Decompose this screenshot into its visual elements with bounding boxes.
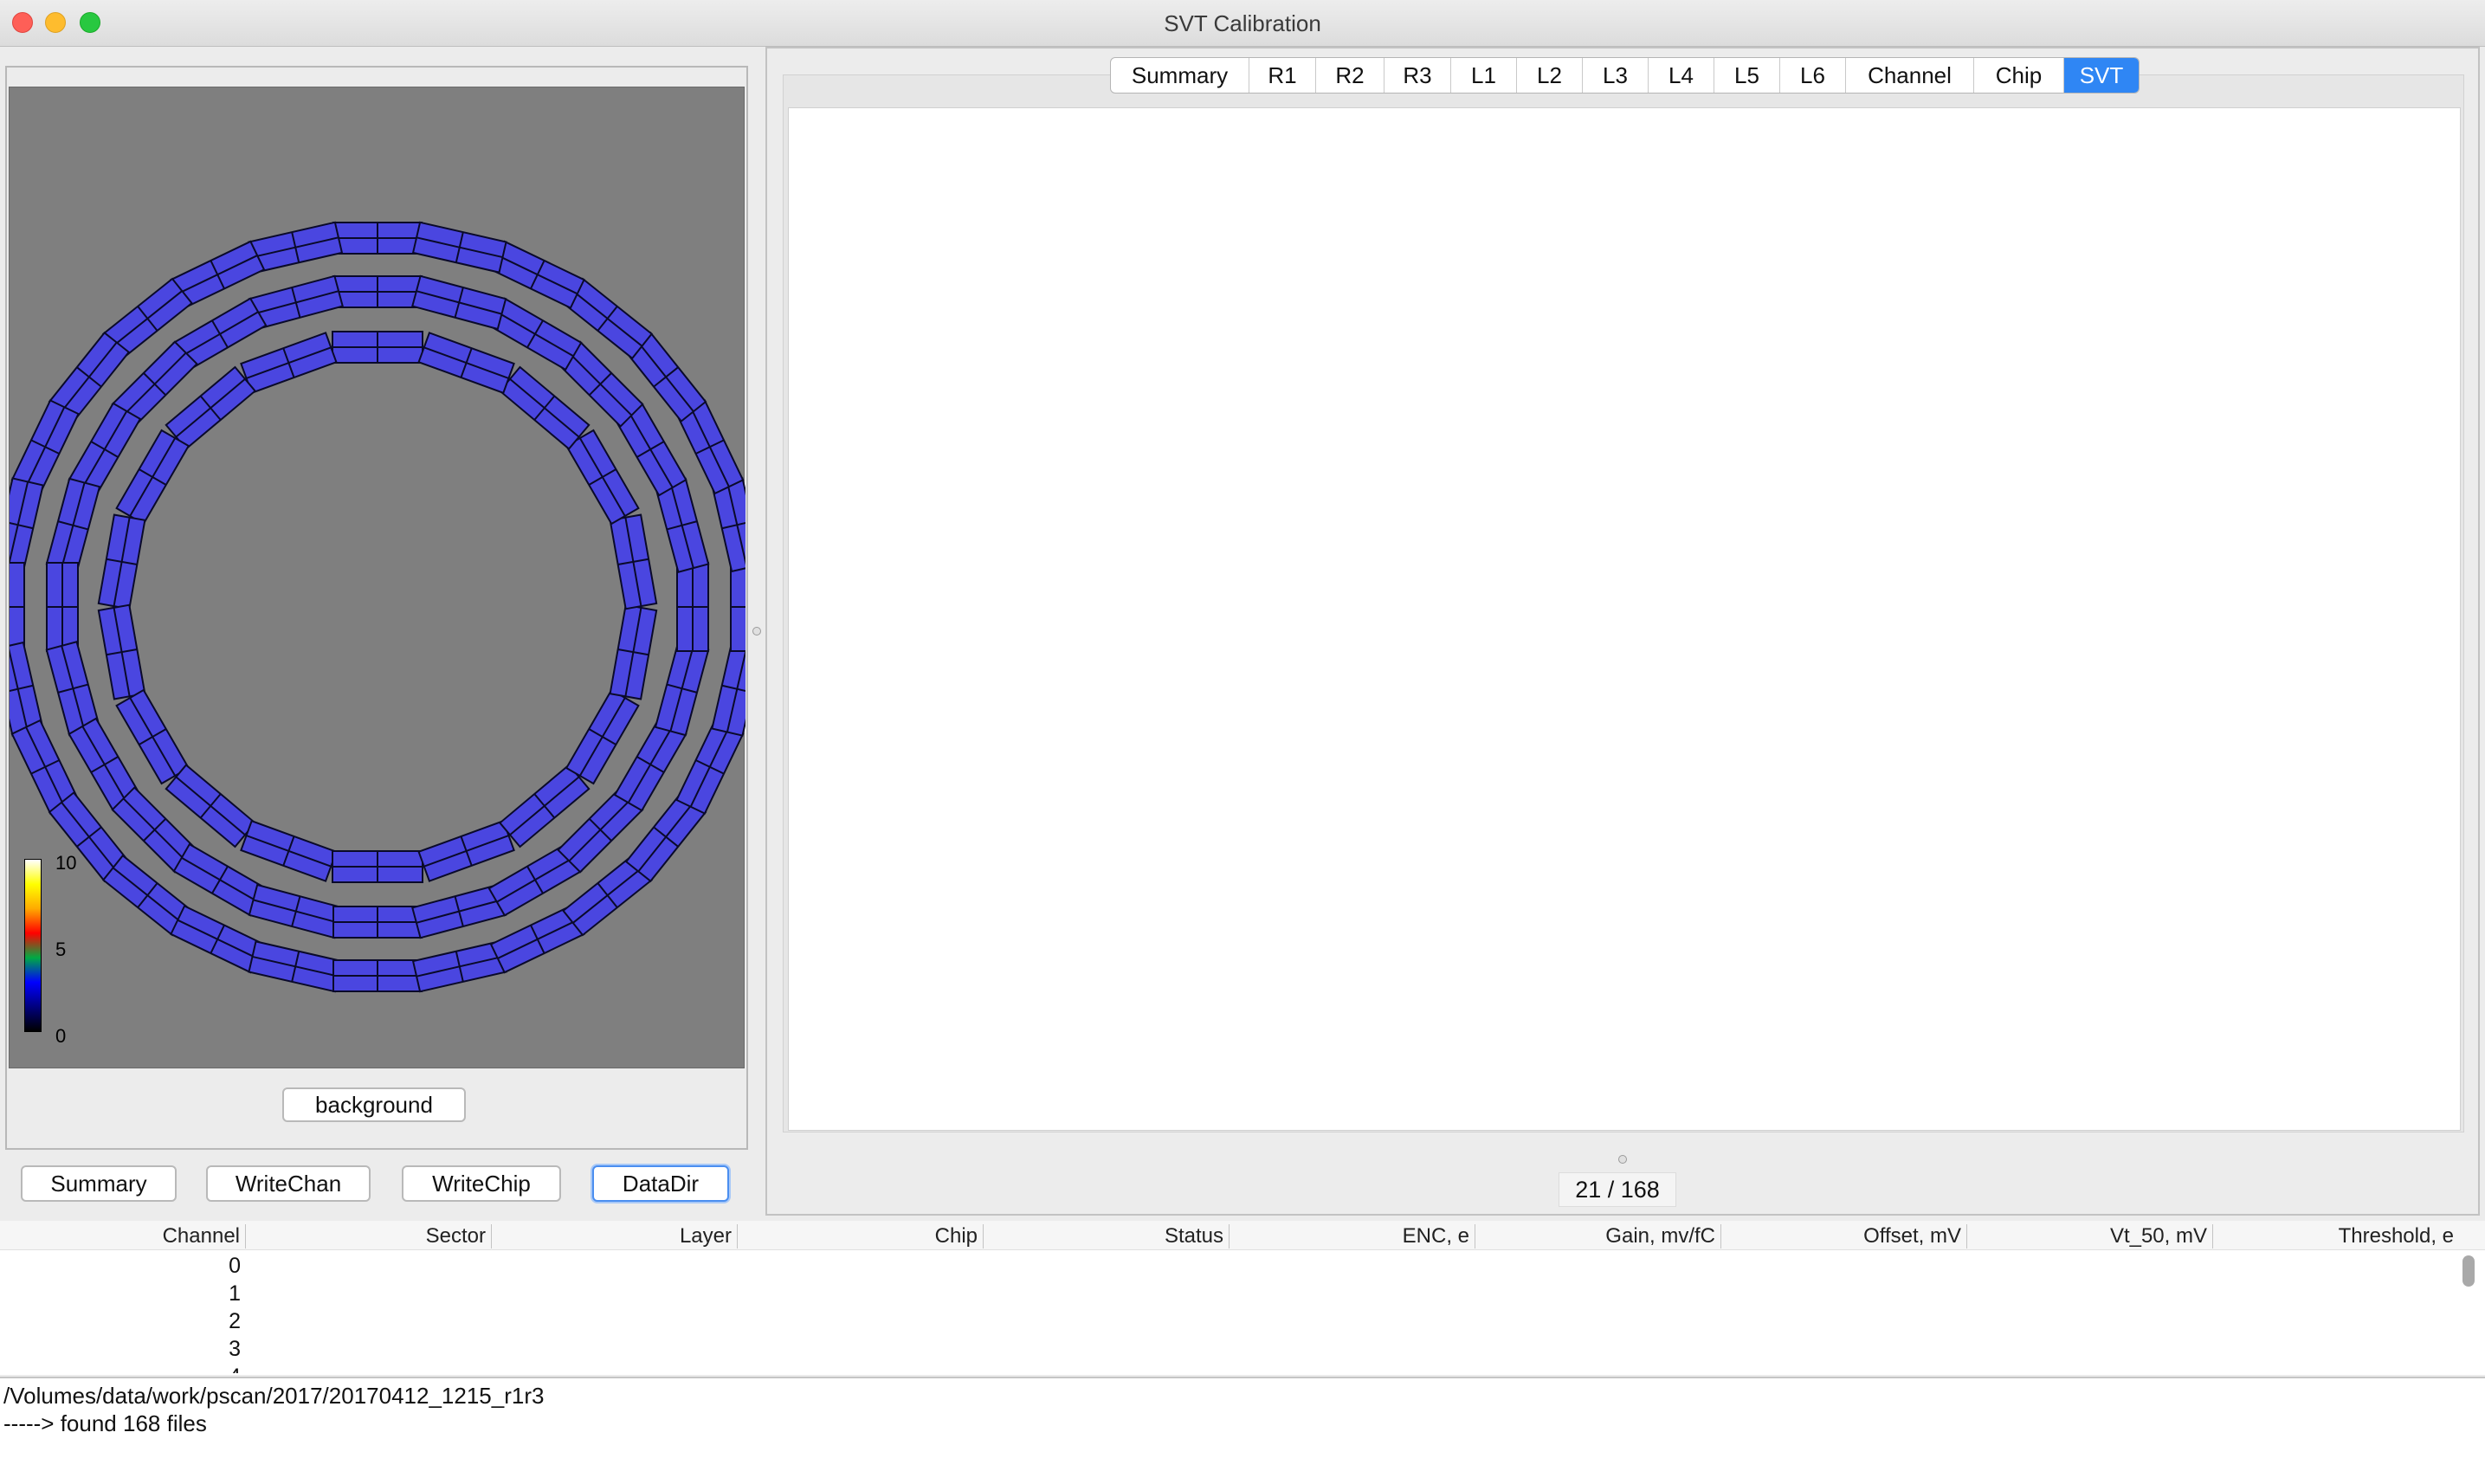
table-row[interactable]: 1: [0, 1280, 246, 1307]
tab-l5[interactable]: L5: [1714, 58, 1780, 93]
console-line-path: /Volumes/data/work/pscan/2017/20170412_1…: [3, 1383, 545, 1409]
tab-l4[interactable]: L4: [1649, 58, 1714, 93]
svt-module[interactable]: [711, 641, 746, 737]
background-button[interactable]: background: [282, 1087, 466, 1122]
color-scale-mid: 5: [55, 939, 67, 960]
tab-l6[interactable]: L6: [1780, 58, 1846, 93]
tab-l3[interactable]: L3: [1583, 58, 1649, 93]
horizontal-splitter-handle[interactable]: [1618, 1155, 1627, 1164]
tab-chip[interactable]: Chip: [1974, 58, 2064, 93]
column-header-threshold[interactable]: Threshold, e: [2213, 1224, 2459, 1248]
file-counter: 21 / 168: [1559, 1172, 1676, 1207]
column-header-enc[interactable]: ENC, e: [1230, 1224, 1475, 1248]
svt-module[interactable]: [97, 603, 146, 700]
svt-module[interactable]: [609, 603, 658, 700]
column-header-layer[interactable]: Layer: [492, 1224, 738, 1248]
tab-l2[interactable]: L2: [1517, 58, 1583, 93]
svt-module[interactable]: [46, 562, 79, 652]
svt-module[interactable]: [417, 819, 515, 882]
column-header-chip[interactable]: Chip: [738, 1224, 984, 1248]
svt-module[interactable]: [332, 331, 423, 364]
color-scale-min: 0: [55, 1025, 67, 1047]
svt-module[interactable]: [565, 688, 640, 785]
svt-module[interactable]: [565, 429, 640, 526]
write-chip-button[interactable]: WriteChip: [402, 1165, 561, 1202]
table-row[interactable]: 4: [0, 1363, 246, 1373]
color-scale-bar: [24, 859, 42, 1032]
table-row[interactable]: 2: [0, 1307, 246, 1335]
svt-module[interactable]: [97, 513, 146, 610]
svt-module[interactable]: [248, 883, 344, 939]
column-header-channel[interactable]: Channel: [0, 1224, 246, 1248]
tab-bar: Summary R1 R2 R3 L1 L2 L3 L4 L5 L6 Chann…: [1110, 57, 2140, 94]
svt-module[interactable]: [730, 562, 746, 652]
window-title: SVT Calibration: [1164, 10, 1321, 36]
svt-module[interactable]: [10, 477, 44, 573]
svt-module[interactable]: [115, 429, 190, 526]
plot-canvas[interactable]: [788, 107, 2461, 1131]
svt-module[interactable]: [240, 332, 338, 395]
svt-detector-view[interactable]: [9, 87, 746, 1069]
table-row[interactable]: 3: [0, 1335, 246, 1363]
svt-module[interactable]: [609, 513, 658, 610]
svt-module[interactable]: [10, 562, 25, 652]
svt-module[interactable]: [248, 221, 344, 274]
column-header-gain[interactable]: Gain, mv/fC: [1475, 1224, 1721, 1248]
svt-module[interactable]: [240, 819, 338, 882]
svt-module[interactable]: [332, 275, 423, 308]
svt-module[interactable]: [115, 688, 190, 785]
data-dir-button[interactable]: DataDir: [592, 1165, 729, 1202]
vertical-splitter-handle[interactable]: [752, 627, 761, 636]
column-header-sector[interactable]: Sector: [246, 1224, 492, 1248]
svt-module[interactable]: [332, 850, 423, 883]
summary-button[interactable]: Summary: [21, 1165, 177, 1202]
svt-module[interactable]: [654, 641, 710, 737]
table-row[interactable]: 0: [0, 1252, 246, 1280]
table-body: 0 1 2 3 4: [0, 1252, 2459, 1373]
svt-module[interactable]: [332, 222, 423, 255]
column-header-vt50[interactable]: Vt_50, mV: [1967, 1224, 2213, 1248]
svt-module[interactable]: [411, 274, 507, 331]
svt-module[interactable]: [417, 332, 515, 395]
svt-module[interactable]: [332, 906, 423, 939]
tab-l1[interactable]: L1: [1451, 58, 1517, 93]
write-chan-button[interactable]: WriteChan: [206, 1165, 371, 1202]
tab-svt[interactable]: SVT: [2064, 58, 2139, 93]
tab-r1[interactable]: R1: [1249, 58, 1316, 93]
svt-module[interactable]: [332, 959, 423, 992]
svt-module[interactable]: [411, 221, 507, 274]
svt-module[interactable]: [45, 477, 101, 573]
svt-module[interactable]: [411, 940, 507, 993]
detector-modules[interactable]: [10, 87, 746, 1069]
console-line-found: -----> found 168 files: [3, 1410, 207, 1436]
svt-module[interactable]: [248, 940, 344, 993]
color-scale-max: 10: [55, 852, 77, 874]
column-header-status[interactable]: Status: [984, 1224, 1230, 1248]
tab-channel[interactable]: Channel: [1846, 58, 1974, 93]
column-header-offset[interactable]: Offset, mV: [1721, 1224, 1967, 1248]
tab-summary[interactable]: Summary: [1111, 58, 1249, 93]
tab-r2[interactable]: R2: [1316, 58, 1384, 93]
tab-r3[interactable]: R3: [1384, 58, 1451, 93]
table-scrollbar[interactable]: [2462, 1255, 2475, 1287]
svt-module[interactable]: [676, 562, 709, 652]
